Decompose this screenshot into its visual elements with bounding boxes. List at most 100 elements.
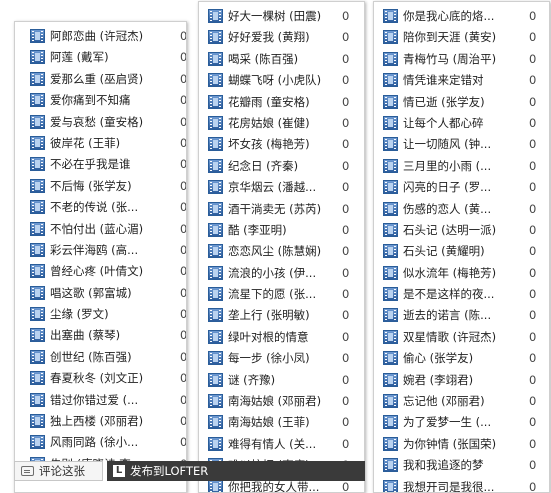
song-row[interactable]: 逝去的诺言 (陈... 0 [383, 305, 549, 326]
song-row[interactable]: 恋恋风尘 (陈慧娴) 0 [208, 241, 364, 262]
song-row[interactable]: 春夏秋冬 (刘文正) 0 [30, 368, 186, 389]
song-title: 不老的传说 (张... [50, 200, 139, 215]
song-row[interactable]: 错过你错过爱 (... 0 [30, 390, 186, 411]
song-row[interactable]: 酷 (李亚明) 0 [208, 220, 364, 241]
song-row[interactable]: 双星情歌 (许冠杰) 0 [383, 327, 549, 348]
song-row[interactable]: 南海姑娘 (邓丽君) 0 [208, 391, 364, 412]
song-row[interactable]: 三月里的小雨 (... 0 [383, 156, 549, 177]
film-strip-icon [208, 394, 223, 409]
song-row[interactable]: 情凭谁来定错对 0 [383, 70, 549, 91]
film-strip-icon [208, 158, 223, 173]
song-row[interactable]: 唱这歌 (郭富城) 0 [30, 283, 186, 304]
film-strip-icon [30, 328, 45, 343]
song-count: 0 [529, 436, 537, 451]
song-row[interactable]: 出塞曲 (蔡琴) 0 [30, 325, 186, 346]
song-row[interactable]: 婉君 (李翊君) 0 [383, 370, 549, 391]
song-row[interactable]: 闪亮的日子 (罗... 0 [383, 177, 549, 198]
song-row[interactable]: 风雨同路 (徐小... 0 [30, 432, 186, 453]
song-count: 0 [342, 158, 350, 173]
song-title: 爱你痛到不知痛 [50, 93, 131, 108]
song-count: 0 [529, 180, 537, 195]
song-row[interactable]: 爱那么重 (巫启贤) 0 [30, 69, 186, 90]
song-row[interactable]: 阿郎恋曲 (许冠杰) 0 [30, 26, 186, 47]
song-row[interactable]: 让每个人都心碎 0 [383, 113, 549, 134]
film-strip-icon [30, 264, 45, 279]
song-row[interactable]: 爱与哀愁 (童安格) 0 [30, 112, 186, 133]
song-row[interactable]: 曾经心疼 (叶倩文) 0 [30, 261, 186, 282]
song-count: 0 [529, 51, 537, 66]
song-title: 酷 (李亚明) [228, 222, 287, 237]
song-row[interactable]: 为你钟情 (张国荣) 0 [383, 434, 549, 455]
song-title: 好好爱我 (黄翔) [228, 30, 310, 45]
song-title: 南海姑娘 (王菲) [228, 415, 310, 430]
song-row[interactable]: 爱你痛到不知痛 0 [30, 90, 186, 111]
film-strip-icon [208, 137, 223, 152]
film-strip-icon [383, 94, 398, 109]
song-count: 0 [342, 222, 350, 237]
song-title: 南海姑娘 (邓丽君) [228, 394, 322, 409]
song-title: 不怕付出 (蓝心湄) [50, 221, 144, 236]
song-count: 0 [180, 157, 187, 172]
song-row[interactable]: 是不是这样的夜... 0 [383, 284, 549, 305]
song-row[interactable]: 让一切随风 (钟... 0 [383, 134, 549, 155]
song-count: 0 [180, 264, 187, 279]
song-title: 偷心 (张学友) [403, 351, 474, 366]
song-row[interactable]: 坏女孩 (梅艳芳) 0 [208, 134, 364, 155]
song-row[interactable]: 忘记他 (邓丽君) 0 [383, 391, 549, 412]
song-row[interactable]: 南海姑娘 (王菲) 0 [208, 412, 364, 433]
song-row[interactable]: 花房姑娘 (崔健) 0 [208, 113, 364, 134]
song-row[interactable]: 花瓣雨 (童安格) 0 [208, 92, 364, 113]
song-row[interactable]: 创世纪 (陈百强) 0 [30, 347, 186, 368]
song-title: 彩云伴海鸥 (高... [50, 242, 139, 257]
song-row[interactable]: 流浪的小孩 (伊... 0 [208, 263, 364, 284]
song-row[interactable]: 我和我追逐的梦 0 [383, 455, 549, 476]
song-count: 0 [529, 201, 537, 216]
film-strip-icon [383, 394, 398, 409]
song-row[interactable]: 酒干淌卖无 (苏芮) 0 [208, 199, 364, 220]
song-row[interactable]: 纪念日 (齐秦) 0 [208, 156, 364, 177]
film-strip-icon [208, 415, 223, 430]
song-row[interactable]: 为了爱梦一生 (... 0 [383, 412, 549, 433]
song-row[interactable]: 我想开司是我很... 0 [383, 477, 549, 492]
song-row[interactable]: 流星下的愿 (张... 0 [208, 284, 364, 305]
song-row[interactable]: 不必在乎我是谁 0 [30, 154, 186, 175]
film-strip-icon [383, 244, 398, 259]
song-row[interactable]: 不怕付出 (蓝心湄) 0 [30, 219, 186, 240]
publish-lofter-button[interactable]: L 发布到LOFTER [103, 461, 365, 481]
song-row[interactable]: 石头记 (黄耀明) 0 [383, 241, 549, 262]
song-row[interactable]: 每一步 (徐小凤) 0 [208, 348, 364, 369]
song-row[interactable]: 尘缘 (罗文) 0 [30, 304, 186, 325]
song-row[interactable]: 情已逝 (张学友) 0 [383, 92, 549, 113]
song-row[interactable]: 喝采 (陈百强) 0 [208, 49, 364, 70]
song-row[interactable]: 京华烟云 (潘越... 0 [208, 177, 364, 198]
song-title: 忘记他 (邓丽君) [403, 394, 485, 409]
song-row[interactable]: 伤感的恋人 (黄... 0 [383, 199, 549, 220]
song-row[interactable]: 好大一棵树 (田震) 0 [208, 6, 364, 27]
song-row[interactable]: 不老的传说 (张... 0 [30, 197, 186, 218]
film-strip-icon [383, 329, 398, 344]
song-row[interactable]: 独上西楼 (邓丽君) 0 [30, 411, 186, 432]
song-row[interactable]: 难得有情人 (关... 0 [208, 434, 364, 455]
song-row[interactable]: 石头记 (达明一派) 0 [383, 220, 549, 241]
film-strip-icon [383, 308, 398, 323]
comment-button[interactable]: 评论这张 [14, 461, 103, 481]
song-row[interactable]: 绿叶对根的情意 0 [208, 327, 364, 348]
song-row[interactable]: 阿莲 (戴军) 0 [30, 47, 186, 68]
song-row[interactable]: 好好爱我 (黄翔) 0 [208, 27, 364, 48]
song-row[interactable]: 谜 (齐豫) 0 [208, 370, 364, 391]
song-title: 不后悔 (张学友) [50, 178, 132, 193]
song-title: 彼岸花 (王菲) [50, 135, 121, 150]
song-row[interactable]: 陪你到天涯 (黄安) 0 [383, 27, 549, 48]
song-row[interactable]: 彼岸花 (王菲) 0 [30, 133, 186, 154]
song-row[interactable]: 偷心 (张学友) 0 [383, 348, 549, 369]
song-title: 创世纪 (陈百强) [50, 349, 132, 364]
song-row[interactable]: 似水流年 (梅艳芳) 0 [383, 263, 549, 284]
song-row[interactable]: 不后悔 (张学友) 0 [30, 176, 186, 197]
song-row[interactable]: 你是我心底的烙... 0 [383, 6, 549, 27]
song-count: 0 [342, 137, 350, 152]
film-strip-icon [30, 414, 45, 429]
song-row[interactable]: 彩云伴海鸥 (高... 0 [30, 240, 186, 261]
song-row[interactable]: 青梅竹马 (周治平) 0 [383, 49, 549, 70]
song-row[interactable]: 垄上行 (张明敏) 0 [208, 305, 364, 326]
song-row[interactable]: 蝴蝶飞呀 (小虎队) 0 [208, 70, 364, 91]
